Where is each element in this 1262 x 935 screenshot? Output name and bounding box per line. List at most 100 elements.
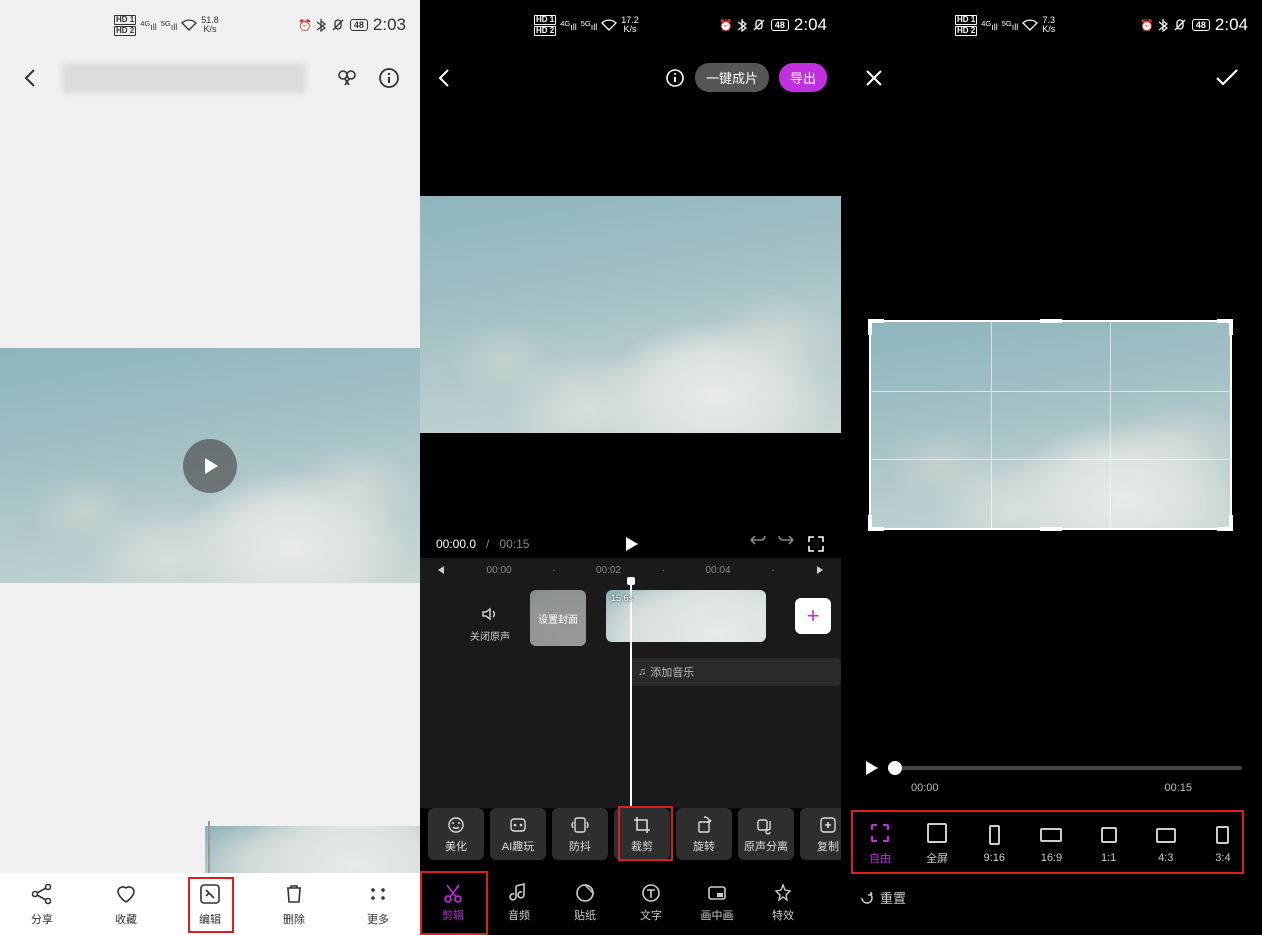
close-icon[interactable] [863,67,885,89]
edit-button[interactable]: 编辑 [180,881,240,927]
timeline: 00:00 · 00:02 · 00:04 · 关闭原声 设置封面 15.6s … [420,558,841,808]
time-start: 00:00 [911,782,939,794]
skip-end-icon[interactable] [815,564,827,576]
skip-start-icon[interactable] [434,564,446,576]
crop-handle-top[interactable] [1040,319,1062,323]
clip-track[interactable]: 15.6s + [606,590,841,646]
redo-icon[interactable] [777,536,797,552]
tab-text[interactable]: 文字 [618,869,684,935]
confirm-icon[interactable] [1214,67,1240,89]
ruler-tick: · [552,565,555,576]
more-icon [366,881,390,907]
copy-tool[interactable]: 复制 [800,808,841,860]
play-icon[interactable] [861,758,881,778]
editor-screen: HD 1HD 2 4Gıll 5Gıll 17.2K/s ⏰ 48 2:04 一… [420,0,841,935]
music-icon: ♫ [638,666,646,678]
select-icon[interactable] [336,67,358,89]
current-time: 00:00.0 [436,537,476,551]
ruler-tick: 00:02 [596,565,621,576]
play-icon[interactable] [622,535,640,553]
ratio-16-9[interactable]: 16:9 [1026,824,1076,864]
undo-icon[interactable] [747,536,767,552]
share-button[interactable]: 分享 [12,881,72,927]
crop-handle-br[interactable] [1217,515,1233,531]
clock: 2:04 [794,15,827,35]
rotate-tool[interactable]: 旋转 [676,808,732,860]
edit-icon [198,881,222,907]
mute-icon [1173,18,1187,32]
ruler-tick: · [771,565,774,576]
thumbnail-strip[interactable] [205,826,420,873]
gallery-bottom-bar: 分享 收藏 编辑 删除 更多 [0,873,420,935]
ratio-1-1[interactable]: 1:1 [1084,824,1134,864]
ratio-3-4[interactable]: 3:4 [1198,824,1248,864]
tab-row: 剪辑 音频 贴纸 文字 画中画 特效 滤 [420,869,841,935]
wifi-icon [1022,19,1038,31]
tab-filter[interactable]: 滤 [816,869,841,935]
thumb-playhead [208,821,210,873]
stabilize-tool[interactable]: 防抖 [552,808,608,860]
tab-sticker[interactable]: 贴纸 [552,869,618,935]
ratio-9-16[interactable]: 9:16 [969,824,1019,864]
beauty-tool[interactable]: 美化 [428,808,484,860]
play-icon[interactable] [183,439,237,493]
ratio-4-3[interactable]: 4:3 [1141,824,1191,864]
trash-icon [282,881,306,907]
aiplay-tool[interactable]: AI趣玩 [490,808,546,860]
battery-icon: 48 [771,19,789,31]
status-bar: HD 1HD 2 4Gıll 5Gıll 7.3K/s ⏰ 48 2:04 [841,0,1262,50]
playhead[interactable] [630,582,632,808]
net-4g-icon: 4Gıll [560,19,577,32]
info-icon[interactable] [665,68,685,88]
alarm-icon: ⏰ [298,19,312,32]
oneclick-button[interactable]: 一键成片 [695,63,769,92]
tab-fx[interactable]: 特效 [750,869,816,935]
crop-tool[interactable]: 裁剪 [614,808,670,860]
ratio-row: 自由 全屏 9:16 16:9 1:1 4:3 3:4 [855,814,1248,874]
ratio-free[interactable]: 自由 [855,822,905,866]
crop-handle-bottom[interactable] [1040,527,1062,531]
playback-controls: 00:00.0 / 00:15 [420,530,841,558]
back-icon[interactable] [434,67,456,89]
add-clip-button[interactable]: + [795,598,831,634]
more-button[interactable]: 更多 [348,881,408,927]
tab-pip[interactable]: 画中画 [684,869,750,935]
time-end: 00:15 [1164,782,1192,794]
edit-label: 编辑 [199,911,221,927]
seek-slider[interactable] [895,766,1242,770]
gallery-screen: HD 1HD 2 4Gıll 5Gıll 51.8K/s ⏰ 48 2:03 [0,0,420,935]
back-icon[interactable] [20,67,42,89]
add-music-button[interactable]: ♫ 添加音乐 [630,658,841,686]
seek-thumb[interactable] [888,761,902,775]
playback-slider-row [861,758,1242,778]
tab-audio[interactable]: 音频 [486,869,552,935]
ruler-tick: · [662,565,665,576]
net-5g-icon: 5Gıll [581,19,598,32]
video-preview[interactable] [0,348,420,583]
crop-handle-tl[interactable] [868,319,884,335]
clip-duration: 15.6s [611,593,633,603]
fullscreen-icon[interactable] [807,535,825,553]
delete-label: 删除 [283,911,305,927]
reset-button[interactable]: 重置 [859,888,906,907]
crop-handle-tr[interactable] [1217,319,1233,335]
duration: 00:15 [499,537,529,551]
mute-label: 关闭原声 [470,628,510,643]
info-icon[interactable] [378,67,400,89]
status-bar: HD 1HD 2 4Gıll 5Gıll 51.8K/s ⏰ 48 2:03 [0,0,420,50]
crop-preview[interactable] [869,320,1232,530]
share-icon [30,881,54,907]
ruler-tick: 00:04 [705,565,730,576]
favorite-button[interactable]: 收藏 [96,881,156,927]
net-5g-icon: 5Gıll [1002,19,1019,32]
export-button[interactable]: 导出 [779,63,827,92]
mute-original-button[interactable]: 关闭原声 [460,590,520,643]
delete-button[interactable]: 删除 [264,881,324,927]
editor-preview[interactable] [420,196,841,433]
tab-edit[interactable]: 剪辑 [420,869,486,935]
set-cover-button[interactable]: 设置封面 [530,590,586,646]
crop-frame[interactable] [869,320,1232,530]
ratio-full[interactable]: 全屏 [912,822,962,866]
crop-handle-bl[interactable] [868,515,884,531]
audio-split-tool[interactable]: 原声分离 [738,808,794,860]
